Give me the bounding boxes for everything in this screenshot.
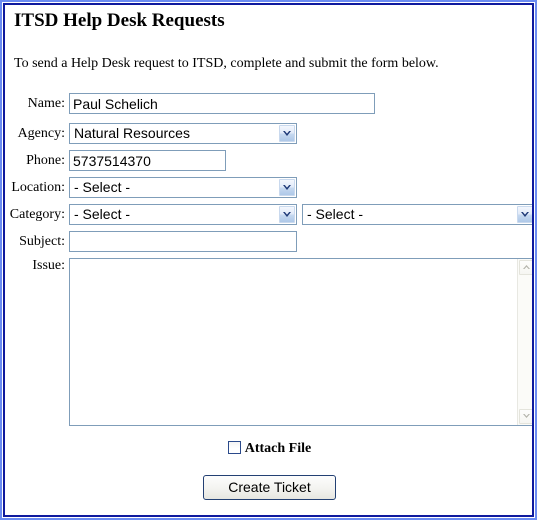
attach-file-row: Attach File — [5, 439, 532, 457]
chevron-down-icon[interactable] — [279, 125, 295, 142]
chevron-down-icon[interactable] — [279, 179, 295, 196]
page-title: ITSD Help Desk Requests — [14, 10, 225, 31]
create-ticket-button[interactable]: Create Ticket — [203, 475, 336, 500]
subcategory-select-value: - Select - — [307, 206, 364, 222]
form-content: ITSD Help Desk Requests To send a Help D… — [5, 5, 532, 515]
subcategory-select[interactable]: - Select - — [302, 204, 532, 225]
scroll-down-icon[interactable] — [519, 409, 532, 424]
subject-row: Subject: — [5, 231, 532, 257]
chevron-down-icon[interactable] — [517, 206, 532, 223]
intro-text: To send a Help Desk request to ITSD, com… — [14, 56, 439, 71]
chevron-down-icon[interactable] — [279, 206, 295, 223]
issue-textarea[interactable] — [70, 259, 517, 425]
name-label: Name: — [27, 96, 65, 111]
phone-row: Phone: — [5, 150, 532, 176]
page-frame: ITSD Help Desk Requests To send a Help D… — [0, 0, 537, 520]
phone-label: Phone: — [26, 153, 65, 168]
location-select[interactable]: - Select - — [69, 177, 297, 198]
agency-row: Agency: Natural Resources — [5, 123, 532, 149]
subject-input[interactable] — [69, 231, 297, 252]
scroll-up-icon[interactable] — [519, 260, 532, 275]
phone-input[interactable] — [69, 150, 226, 171]
category-row: Category: - Select - - Select - — [5, 204, 532, 230]
name-row: Name: — [5, 93, 532, 119]
issue-textarea-box — [69, 258, 532, 426]
submit-row: Create Ticket — [5, 475, 532, 500]
agency-select-value: Natural Resources — [74, 125, 190, 141]
category-select-value: - Select - — [74, 206, 131, 222]
category-label: Category: — [9, 207, 65, 222]
attach-file-checkbox[interactable] — [227, 441, 241, 454]
issue-label: Issue: — [32, 258, 65, 273]
agency-select[interactable]: Natural Resources — [69, 123, 297, 144]
page-frame-inner: ITSD Help Desk Requests To send a Help D… — [3, 3, 534, 517]
name-input[interactable] — [69, 93, 375, 114]
location-row: Location: - Select - — [5, 177, 532, 203]
attach-file-label: Attach File — [244, 441, 312, 456]
issue-scrollbar[interactable] — [517, 259, 532, 425]
category-select[interactable]: - Select - — [69, 204, 297, 225]
location-label: Location: — [11, 180, 65, 195]
agency-label: Agency: — [17, 126, 65, 141]
subject-label: Subject: — [19, 234, 65, 249]
location-select-value: - Select - — [74, 179, 131, 195]
